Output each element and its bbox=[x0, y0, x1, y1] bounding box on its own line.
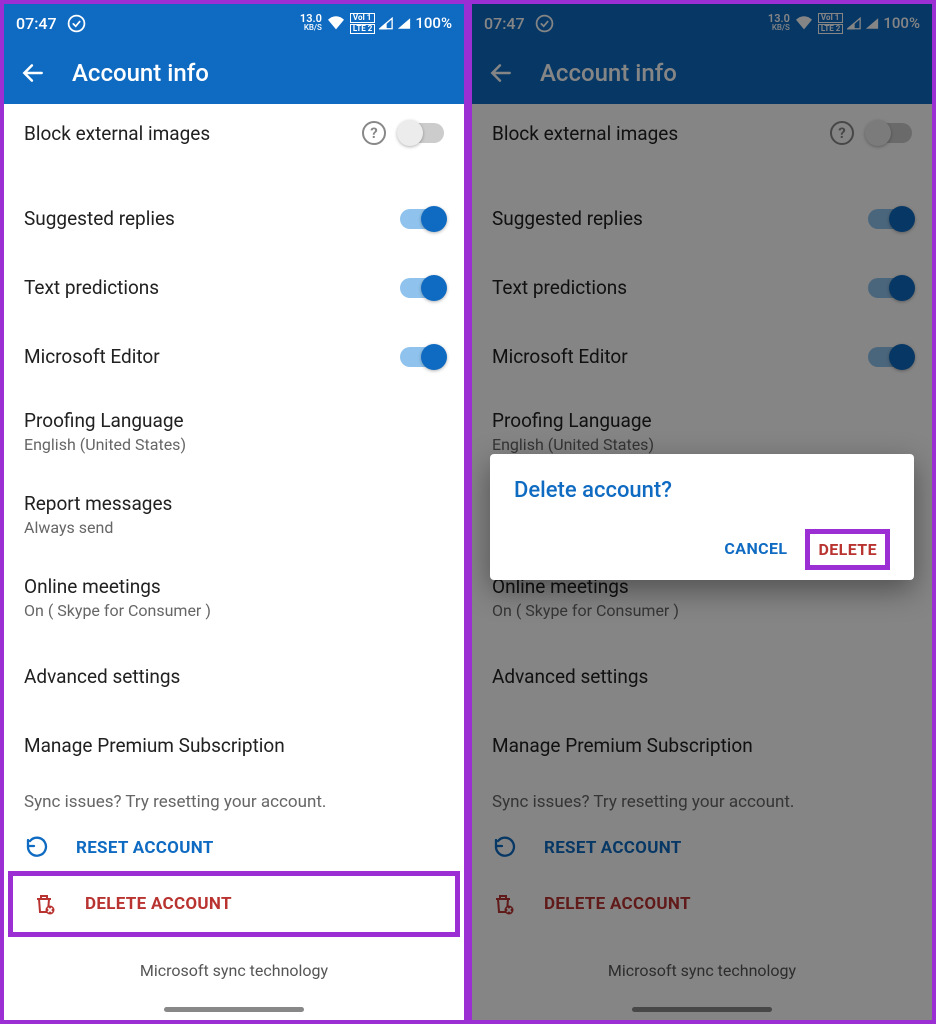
label-report: Report messages bbox=[24, 492, 444, 515]
lte2-badge: LTE 2 bbox=[350, 24, 375, 34]
lte1-badge: VoI 1 bbox=[350, 13, 375, 23]
row-manage-premium[interactable]: Manage Premium Subscription bbox=[4, 717, 464, 774]
value-report: Always send bbox=[24, 518, 444, 537]
delete-dialog: Delete account? CANCEL DELETE bbox=[490, 454, 914, 580]
appbar-title: Account info bbox=[72, 59, 209, 87]
signal-icon bbox=[379, 17, 393, 30]
row-microsoft-editor[interactable]: Microsoft Editor bbox=[4, 328, 464, 385]
toggle-block-external[interactable] bbox=[400, 123, 444, 143]
wifi-icon bbox=[326, 15, 346, 31]
footer-text: Microsoft sync technology bbox=[4, 945, 464, 1020]
value-proofing: English (United States) bbox=[24, 435, 444, 454]
help-icon[interactable]: ? bbox=[362, 121, 386, 145]
row-report-messages[interactable]: Report messages Always send bbox=[4, 480, 464, 553]
status-data-rate: 13.0KB/S bbox=[300, 15, 322, 32]
signal-icon-2 bbox=[397, 17, 411, 30]
delete-highlight: DELETE ACCOUNT bbox=[8, 871, 460, 937]
checkmark-circle-icon bbox=[67, 14, 86, 33]
dialog-delete-button[interactable]: DELETE bbox=[805, 529, 890, 570]
label-online: Online meetings bbox=[24, 575, 444, 598]
reset-label: RESET ACCOUNT bbox=[76, 838, 214, 858]
toggle-suggested-replies[interactable] bbox=[400, 209, 444, 229]
reset-icon bbox=[24, 836, 48, 860]
label-suggested-replies: Suggested replies bbox=[24, 207, 175, 230]
status-battery: 100% bbox=[415, 14, 452, 32]
row-text-predictions[interactable]: Text predictions bbox=[4, 259, 464, 316]
toggle-text-predictions[interactable] bbox=[400, 278, 444, 298]
phone-screen-left: 07:47 13.0KB/S VoI 1 LTE 2 100% Account … bbox=[0, 0, 468, 1024]
status-time: 07:47 bbox=[16, 14, 57, 33]
delete-label: DELETE ACCOUNT bbox=[85, 894, 232, 914]
delete-icon bbox=[33, 892, 57, 916]
label-proofing: Proofing Language bbox=[24, 409, 444, 432]
app-bar: Account info bbox=[4, 42, 464, 104]
label-text-predictions: Text predictions bbox=[24, 276, 159, 299]
row-online-meetings[interactable]: Online meetings On ( Skype for Consumer … bbox=[4, 563, 464, 636]
toggle-ms-editor[interactable] bbox=[400, 347, 444, 367]
dialog-title: Delete account? bbox=[514, 478, 890, 503]
label-advanced: Advanced settings bbox=[24, 665, 180, 688]
delete-account-button[interactable]: DELETE ACCOUNT bbox=[13, 876, 455, 932]
dialog-cancel-button[interactable]: CANCEL bbox=[714, 529, 797, 570]
sync-hint-text: Sync issues? Try resetting your account. bbox=[4, 774, 464, 820]
row-proofing-language[interactable]: Proofing Language English (United States… bbox=[4, 397, 464, 470]
label-premium: Manage Premium Subscription bbox=[24, 734, 285, 757]
status-bar: 07:47 13.0KB/S VoI 1 LTE 2 100% bbox=[4, 4, 464, 42]
row-block-external-images[interactable]: Block external images ? bbox=[4, 104, 464, 162]
row-advanced-settings[interactable]: Advanced settings bbox=[4, 648, 464, 705]
back-arrow-icon[interactable] bbox=[20, 60, 46, 86]
label-block-external: Block external images bbox=[24, 122, 210, 145]
nav-handle[interactable] bbox=[164, 1007, 304, 1012]
settings-content: Block external images ? Suggested replie… bbox=[4, 104, 464, 1020]
value-online: On ( Skype for Consumer ) bbox=[24, 601, 444, 620]
row-suggested-replies[interactable]: Suggested replies bbox=[4, 190, 464, 247]
label-ms-editor: Microsoft Editor bbox=[24, 345, 160, 368]
phone-screen-right: 07:47 13.0KB/S VoI 1 LTE 2 100% Account … bbox=[468, 0, 936, 1024]
reset-account-button[interactable]: RESET ACCOUNT bbox=[4, 820, 464, 876]
